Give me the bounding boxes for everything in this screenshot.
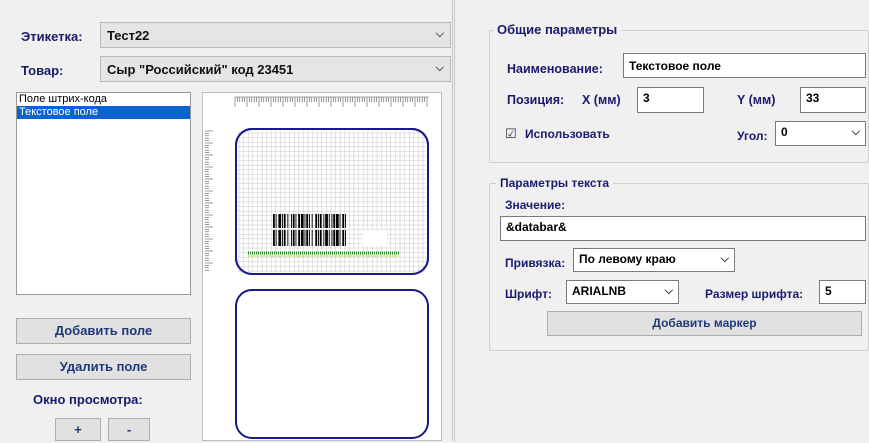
remove-field-button[interactable]: Удалить поле <box>16 354 191 380</box>
list-item[interactable]: Текстовое поле <box>17 106 190 119</box>
preview-canvas <box>205 96 429 439</box>
fields-listbox[interactable]: Поле штрих-кода Текстовое поле <box>16 92 191 295</box>
anchor-select-value: По левому краю <box>579 252 676 266</box>
angle-label: Угол: <box>737 129 768 143</box>
label-select[interactable]: Тест22 ⌵ <box>100 22 451 48</box>
y-input[interactable]: 33 <box>800 87 866 113</box>
chevron-down-icon: ⌵ <box>664 285 673 297</box>
label-canvas-2[interactable] <box>235 289 429 439</box>
zoom-in-button[interactable]: + <box>55 418 101 441</box>
add-field-button[interactable]: Добавить поле <box>16 318 191 344</box>
product-select[interactable]: Сыр "Российский" код 23451 ⌵ <box>100 56 451 82</box>
font-select-value: ARIALNB <box>572 284 626 298</box>
anchor-label: Привязка: <box>505 256 566 270</box>
text-params-title: Параметры текста <box>496 176 614 190</box>
chevron-down-icon: ⌵ <box>851 126 860 138</box>
product-select-value: Сыр "Российский" код 23451 <box>107 62 294 77</box>
angle-select[interactable]: 0 ⌵ <box>775 121 866 146</box>
left-panel: Этикетка: Тест22 ⌵ Товар: Сыр "Российски… <box>1 0 453 441</box>
font-select[interactable]: ARIALNB ⌵ <box>566 280 679 304</box>
y-label: Y (мм) <box>737 93 776 107</box>
label-caption: Этикетка: <box>21 29 83 44</box>
font-size-input[interactable]: 5 <box>819 280 866 304</box>
x-input[interactable]: 3 <box>637 87 704 113</box>
list-item[interactable]: Поле штрих-кода <box>17 93 190 106</box>
chevron-down-icon: ⌵ <box>720 253 729 265</box>
font-size-label: Размер шрифта: <box>705 287 804 301</box>
preview-pane <box>202 92 442 441</box>
chevron-down-icon: ⌵ <box>435 28 444 40</box>
angle-select-value: 0 <box>781 125 788 139</box>
name-label: Наименование: <box>507 62 603 76</box>
anchor-select[interactable]: По левому краю ⌵ <box>573 248 735 272</box>
product-caption: Товар: <box>21 63 64 78</box>
value-input[interactable]: &databar& <box>500 216 866 241</box>
use-label: Использовать <box>525 127 610 141</box>
use-checkbox[interactable]: ☑ <box>505 126 517 142</box>
chevron-down-icon: ⌵ <box>435 62 444 74</box>
name-input[interactable]: Текстовое поле <box>623 53 866 78</box>
ruler-left <box>205 130 213 271</box>
preview-title: Окно просмотра: <box>33 392 143 407</box>
x-label: X (мм) <box>582 93 621 107</box>
right-panel: Общие параметры Наименование: Текстовое … <box>454 0 869 441</box>
position-label: Позиция: <box>507 93 565 107</box>
general-params-title: Общие параметры <box>493 22 622 37</box>
font-label: Шрифт: <box>505 287 552 301</box>
ruler-top <box>234 96 429 107</box>
label-select-value: Тест22 <box>107 28 150 43</box>
zoom-out-button[interactable]: - <box>108 418 150 441</box>
value-label: Значение: <box>505 198 566 212</box>
add-marker-button[interactable]: Добавить маркер <box>547 311 862 336</box>
